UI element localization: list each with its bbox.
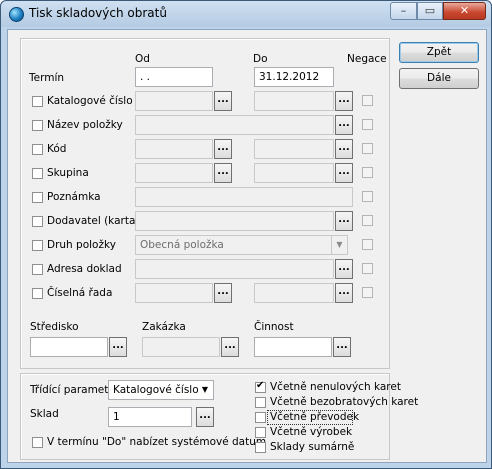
kod-do-browse-button[interactable]: ... — [335, 139, 353, 159]
cinnost-field[interactable] — [254, 337, 332, 357]
poznamka-checkbox[interactable] — [32, 192, 43, 203]
nazev-label: Název položky — [47, 119, 123, 131]
ciselna-do-field[interactable] — [254, 283, 334, 303]
skupina-do-browse-button[interactable]: ... — [335, 163, 353, 183]
system-date-checkbox[interactable] — [32, 437, 43, 448]
tridici-select-value: Katalogové číslo — [113, 384, 199, 396]
adresa-field[interactable] — [135, 259, 334, 279]
ciselna-do-browse-button[interactable]: ... — [335, 283, 353, 303]
termin-od-field[interactable]: . . — [135, 67, 213, 87]
od-header: Od — [135, 53, 150, 65]
bezobratove-checkbox[interactable] — [255, 397, 266, 408]
druh-select[interactable]: Obecná položka — [135, 235, 348, 255]
kod-do-field[interactable] — [254, 139, 334, 159]
druh-label: Druh položky — [47, 239, 116, 251]
options-group: Třídící parametr Katalogové číslo ▼ Skla… — [20, 373, 418, 460]
close-button[interactable]: ✕ — [443, 2, 486, 20]
adresa-negace-checkbox[interactable] — [362, 263, 373, 274]
system-date-label: V termínu "Do" nabízet systémové datum — [47, 436, 267, 448]
katalog-od-browse-button[interactable]: ... — [214, 91, 232, 111]
prevodky-label: Včetně převodek — [270, 411, 360, 423]
katalog-label: Katalogové číslo — [47, 95, 133, 107]
skupina-od-field[interactable] — [135, 163, 213, 183]
dodavatel-negace-checkbox[interactable] — [362, 215, 373, 226]
kod-label: Kód — [47, 143, 67, 155]
skupina-od-browse-button[interactable]: ... — [214, 163, 232, 183]
do-header: Do — [253, 53, 268, 65]
sklad-label: Sklad — [30, 408, 59, 420]
nazev-negace-checkbox[interactable] — [362, 119, 373, 130]
nazev-checkbox[interactable] — [32, 120, 43, 131]
dialog-body: Od Do Negace Termín . . 31.12.2012 Katal… — [7, 29, 487, 463]
kod-od-browse-button[interactable]: ... — [214, 139, 232, 159]
tridici-label: Třídící parametr — [30, 384, 113, 396]
stredisko-browse-button[interactable]: ... — [109, 337, 127, 357]
cinnost-browse-button[interactable]: ... — [333, 337, 351, 357]
dodavatel-label: Dodavatel (karta) — [47, 215, 140, 227]
druh-negace-checkbox[interactable] — [362, 239, 373, 250]
poznamka-label: Poznámka — [47, 191, 101, 203]
adresa-checkbox[interactable] — [32, 264, 43, 275]
nenulove-label: Včetně nenulových karet — [270, 381, 401, 393]
druh-select-value: Obecná položka — [140, 239, 224, 251]
druh-checkbox[interactable] — [32, 240, 43, 251]
nenulove-checkbox[interactable] — [255, 380, 266, 393]
sumarne-checkbox[interactable] — [255, 442, 266, 453]
ciselna-label: Číselná řada — [47, 287, 113, 299]
ciselna-checkbox[interactable] — [32, 288, 43, 299]
chevron-down-icon[interactable]: ▼ — [331, 236, 347, 254]
ciselna-negace-checkbox[interactable] — [362, 287, 373, 298]
cinnost-label: Činnost — [254, 321, 294, 333]
zakazka-field[interactable] — [142, 337, 220, 357]
prevodky-checkbox[interactable] — [255, 412, 266, 423]
window-title: Tisk skladových obratů — [29, 6, 167, 20]
dodavatel-checkbox[interactable] — [32, 216, 43, 227]
chevron-down-icon[interactable]: ▼ — [197, 381, 213, 399]
dialog-window: Tisk skladových obratů – ▭ ✕ Od Do Negac… — [0, 0, 492, 469]
ciselna-od-field[interactable] — [135, 283, 213, 303]
skupina-checkbox[interactable] — [32, 168, 43, 179]
stredisko-field[interactable] — [30, 337, 108, 357]
dodavatel-field[interactable] — [135, 211, 334, 231]
nazev-field[interactable] — [135, 115, 334, 135]
stredisko-label: Středisko — [30, 321, 79, 333]
title-bar[interactable]: Tisk skladových obratů – ▭ ✕ — [1, 1, 491, 27]
skupina-negace-checkbox[interactable] — [362, 167, 373, 178]
adresa-browse-button[interactable]: ... — [335, 259, 353, 279]
termin-label: Termín — [29, 72, 65, 84]
vyrobky-label: Včetně výrobek — [270, 426, 353, 438]
negace-header: Negace — [347, 53, 387, 65]
termin-do-field[interactable]: 31.12.2012 — [254, 67, 334, 87]
nazev-browse-button[interactable]: ... — [335, 115, 353, 135]
zakazka-label: Zakázka — [142, 321, 186, 333]
sumarne-label: Sklady sumárně — [270, 441, 355, 453]
kod-checkbox[interactable] — [32, 144, 43, 155]
minimize-button[interactable]: – — [390, 2, 417, 20]
sklad-field[interactable]: 1 — [108, 407, 192, 427]
poznamka-negace-checkbox[interactable] — [362, 191, 373, 202]
ciselna-od-browse-button[interactable]: ... — [214, 283, 232, 303]
zpet-button[interactable]: Zpět — [399, 42, 479, 63]
katalog-od-field[interactable] — [135, 91, 213, 111]
adresa-label: Adresa doklad — [47, 263, 122, 275]
katalog-do-field[interactable] — [254, 91, 334, 111]
dale-button[interactable]: Dále — [399, 68, 479, 89]
vyrobky-checkbox[interactable] — [255, 427, 266, 438]
skupina-label: Skupina — [47, 167, 89, 179]
sklad-browse-button[interactable]: ... — [196, 407, 214, 427]
dodavatel-browse-button[interactable]: ... — [335, 211, 353, 231]
filters-group: Od Do Negace Termín . . 31.12.2012 Katal… — [20, 38, 390, 369]
zakazka-browse-button[interactable]: ... — [221, 337, 239, 357]
globe-icon — [9, 7, 24, 22]
kod-negace-checkbox[interactable] — [362, 143, 373, 154]
maximize-button[interactable]: ▭ — [417, 2, 443, 20]
bezobratove-label: Včetně bezobratových karet — [270, 396, 419, 408]
skupina-do-field[interactable] — [254, 163, 334, 183]
katalog-do-browse-button[interactable]: ... — [335, 91, 353, 111]
katalog-negace-checkbox[interactable] — [362, 95, 373, 106]
katalog-checkbox[interactable] — [32, 96, 43, 107]
poznamka-field[interactable] — [135, 187, 353, 207]
kod-od-field[interactable] — [135, 139, 213, 159]
